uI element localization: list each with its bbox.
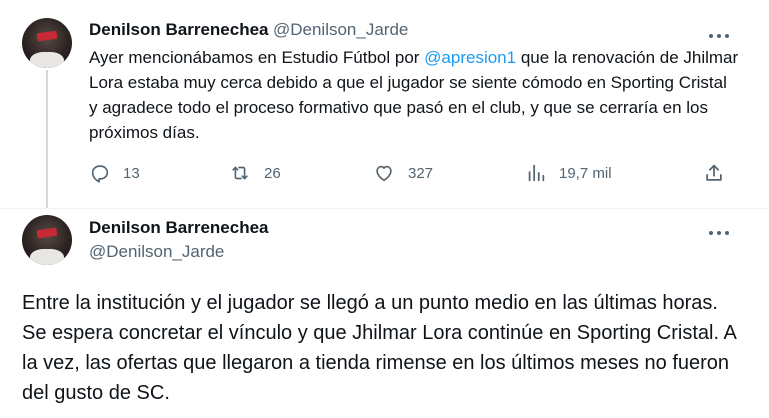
like-button[interactable]: 327 — [372, 162, 433, 184]
retweet-count: 26 — [264, 164, 281, 182]
tweet-text: Ayer mencionábamos en Estudio Fútbol por… — [89, 45, 739, 145]
author-handle[interactable]: @Denilson_Jarde — [89, 239, 269, 265]
more-icon[interactable] — [707, 25, 737, 39]
retweet-icon — [232, 166, 248, 180]
like-count: 327 — [408, 164, 434, 182]
retweet-button[interactable]: 26 — [228, 162, 281, 184]
views-count: 19,7 mil — [559, 164, 612, 182]
author-name[interactable]: Denilson Barrenechea — [89, 20, 269, 39]
author-name[interactable]: Denilson Barrenechea — [89, 217, 269, 239]
reply-button[interactable]: 13 — [89, 162, 140, 184]
tweet-header: Denilson Barrenechea @Denilson_Jarde — [89, 217, 269, 265]
views-icon — [528, 164, 545, 182]
like-icon — [376, 165, 392, 182]
avatar[interactable] — [22, 215, 72, 265]
tweet-text: Entre la institución y el jugador se lle… — [22, 292, 736, 404]
reply-count: 13 — [123, 164, 140, 182]
more-icon[interactable] — [707, 222, 737, 236]
tweet-text-part: Ayer mencionábamos en Estudio Fútbol por — [89, 48, 425, 67]
tweet-divider — [0, 208, 769, 209]
share-icon — [706, 164, 722, 181]
avatar[interactable] — [22, 18, 72, 68]
tweet-header: Denilson Barrenechea @Denilson_Jarde — [89, 20, 408, 40]
views-button[interactable]: 19,7 mil — [525, 162, 612, 184]
thread-line — [46, 70, 48, 208]
mention-link[interactable]: @apresion1 — [424, 48, 516, 67]
author-handle[interactable]: @Denilson_Jarde — [273, 20, 408, 39]
share-button[interactable] — [703, 162, 725, 184]
reply-icon — [91, 165, 109, 183]
